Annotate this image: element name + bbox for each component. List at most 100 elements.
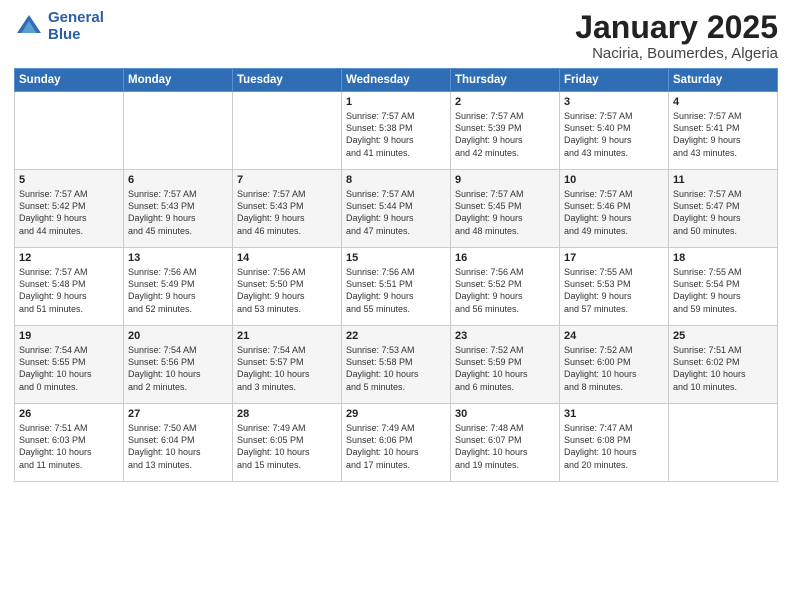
day-number: 19 bbox=[19, 330, 119, 342]
day-number: 8 bbox=[346, 174, 446, 186]
cell-sun-info: Sunrise: 7:57 AM Sunset: 5:42 PM Dayligh… bbox=[19, 188, 119, 237]
calendar-week-1: 1Sunrise: 7:57 AM Sunset: 5:38 PM Daylig… bbox=[15, 92, 778, 170]
calendar-cell: 27Sunrise: 7:50 AM Sunset: 6:04 PM Dayli… bbox=[124, 404, 233, 482]
day-number: 22 bbox=[346, 330, 446, 342]
cell-sun-info: Sunrise: 7:49 AM Sunset: 6:05 PM Dayligh… bbox=[237, 422, 337, 471]
page-container: General Blue January 2025 Naciria, Boume… bbox=[0, 0, 792, 490]
day-number: 18 bbox=[673, 252, 773, 264]
cell-sun-info: Sunrise: 7:57 AM Sunset: 5:41 PM Dayligh… bbox=[673, 110, 773, 159]
cell-sun-info: Sunrise: 7:57 AM Sunset: 5:44 PM Dayligh… bbox=[346, 188, 446, 237]
day-number: 21 bbox=[237, 330, 337, 342]
cell-sun-info: Sunrise: 7:56 AM Sunset: 5:50 PM Dayligh… bbox=[237, 266, 337, 315]
day-number: 24 bbox=[564, 330, 664, 342]
calendar-cell: 10 Sunrise: 7:57 AM Sunset: 5:46 PM Dayli… bbox=[560, 170, 669, 248]
cell-sun-info: Sunrise: 7:57 AM Sunset: 5:46 PM Dayligh… bbox=[564, 188, 664, 237]
day-number: 25 bbox=[673, 330, 773, 342]
day-number: 20 bbox=[128, 330, 228, 342]
weekday-header-row: Sunday Monday Tuesday Wednesday Thursday… bbox=[15, 69, 778, 92]
calendar-cell: 2 Sunrise: 7:57 AM Sunset: 5:39 PM Daylig… bbox=[451, 92, 560, 170]
calendar-cell: 20 Sunrise: 7:54 AM Sunset: 5:56 PM Dayli… bbox=[124, 326, 233, 404]
calendar-cell: 28 Sunrise: 7:49 AM Sunset: 6:05 PM Dayli… bbox=[233, 404, 342, 482]
day-number: 28 bbox=[237, 408, 337, 420]
cell-sun-info: Sunrise: 7:53 AM Sunset: 5:58 PM Dayligh… bbox=[346, 344, 446, 393]
calendar-cell: 13Sunrise: 7:56 AM Sunset: 5:49 PM Dayli… bbox=[124, 248, 233, 326]
logo: General Blue bbox=[14, 10, 104, 43]
cell-sun-info: Sunrise: 7:57 AM Sunset: 5:43 PM Dayligh… bbox=[128, 188, 228, 237]
cell-sun-info: Sunrise: 7:54 AM Sunset: 5:55 PM Dayligh… bbox=[19, 344, 119, 393]
day-number: 7 bbox=[237, 174, 337, 186]
day-number: 10 bbox=[564, 174, 664, 186]
cell-sun-info: Sunrise: 7:57 AM Sunset: 5:47 PM Dayligh… bbox=[673, 188, 773, 237]
calendar-cell: 1Sunrise: 7:57 AM Sunset: 5:38 PM Daylig… bbox=[342, 92, 451, 170]
month-title: January 2025 bbox=[575, 10, 778, 45]
calendar-cell: 24 Sunrise: 7:52 AM Sunset: 6:00 PM Dayli… bbox=[560, 326, 669, 404]
cell-sun-info: Sunrise: 7:49 AM Sunset: 6:06 PM Dayligh… bbox=[346, 422, 446, 471]
cell-sun-info: Sunrise: 7:48 AM Sunset: 6:07 PM Dayligh… bbox=[455, 422, 555, 471]
header-saturday: Saturday bbox=[669, 69, 778, 92]
cell-sun-info: Sunrise: 7:57 AM Sunset: 5:40 PM Dayligh… bbox=[564, 110, 664, 159]
calendar-cell: 26 Sunrise: 7:51 AM Sunset: 6:03 PM Dayli… bbox=[15, 404, 124, 482]
day-number: 11 bbox=[673, 174, 773, 186]
day-number: 6 bbox=[128, 174, 228, 186]
day-number: 17 bbox=[564, 252, 664, 264]
calendar-cell: 12Sunrise: 7:57 AM Sunset: 5:48 PM Dayli… bbox=[15, 248, 124, 326]
calendar-cell: 11 Sunrise: 7:57 AM Sunset: 5:47 PM Dayli… bbox=[669, 170, 778, 248]
calendar-cell: 7 Sunrise: 7:57 AM Sunset: 5:43 PM Daylig… bbox=[233, 170, 342, 248]
day-number: 3 bbox=[564, 96, 664, 108]
cell-sun-info: Sunrise: 7:50 AM Sunset: 6:04 PM Dayligh… bbox=[128, 422, 228, 471]
calendar-week-3: 12Sunrise: 7:57 AM Sunset: 5:48 PM Dayli… bbox=[15, 248, 778, 326]
calendar-cell: 29Sunrise: 7:49 AM Sunset: 6:06 PM Dayli… bbox=[342, 404, 451, 482]
calendar-cell: 3 Sunrise: 7:57 AM Sunset: 5:40 PM Daylig… bbox=[560, 92, 669, 170]
cell-sun-info: Sunrise: 7:56 AM Sunset: 5:49 PM Dayligh… bbox=[128, 266, 228, 315]
calendar-cell bbox=[124, 92, 233, 170]
calendar-cell: 23Sunrise: 7:52 AM Sunset: 5:59 PM Dayli… bbox=[451, 326, 560, 404]
cell-sun-info: Sunrise: 7:51 AM Sunset: 6:02 PM Dayligh… bbox=[673, 344, 773, 393]
calendar-cell bbox=[233, 92, 342, 170]
calendar-cell: 25 Sunrise: 7:51 AM Sunset: 6:02 PM Dayli… bbox=[669, 326, 778, 404]
day-number: 16 bbox=[455, 252, 555, 264]
day-number: 2 bbox=[455, 96, 555, 108]
day-number: 9 bbox=[455, 174, 555, 186]
logo-text: General Blue bbox=[48, 10, 104, 43]
calendar-week-5: 26 Sunrise: 7:51 AM Sunset: 6:03 PM Dayli… bbox=[15, 404, 778, 482]
cell-sun-info: Sunrise: 7:57 AM Sunset: 5:43 PM Dayligh… bbox=[237, 188, 337, 237]
calendar-cell: 19 Sunrise: 7:54 AM Sunset: 5:55 PM Dayli… bbox=[15, 326, 124, 404]
calendar-cell: 4 Sunrise: 7:57 AM Sunset: 5:41 PM Daylig… bbox=[669, 92, 778, 170]
cell-sun-info: Sunrise: 7:54 AM Sunset: 5:56 PM Dayligh… bbox=[128, 344, 228, 393]
cell-sun-info: Sunrise: 7:56 AM Sunset: 5:51 PM Dayligh… bbox=[346, 266, 446, 315]
day-number: 30 bbox=[455, 408, 555, 420]
day-number: 12 bbox=[19, 252, 119, 264]
day-number: 31 bbox=[564, 408, 664, 420]
calendar-cell: 30 Sunrise: 7:48 AM Sunset: 6:07 PM Dayli… bbox=[451, 404, 560, 482]
cell-sun-info: Sunrise: 7:57 AM Sunset: 5:39 PM Dayligh… bbox=[455, 110, 555, 159]
cell-sun-info: Sunrise: 7:52 AM Sunset: 5:59 PM Dayligh… bbox=[455, 344, 555, 393]
calendar-cell: 31 Sunrise: 7:47 AM Sunset: 6:08 PM Dayli… bbox=[560, 404, 669, 482]
calendar-cell: 8 Sunrise: 7:57 AM Sunset: 5:44 PM Daylig… bbox=[342, 170, 451, 248]
cell-sun-info: Sunrise: 7:55 AM Sunset: 5:54 PM Dayligh… bbox=[673, 266, 773, 315]
calendar-cell: 5 Sunrise: 7:57 AM Sunset: 5:42 PM Daylig… bbox=[15, 170, 124, 248]
cell-sun-info: Sunrise: 7:56 AM Sunset: 5:52 PM Dayligh… bbox=[455, 266, 555, 315]
logo-icon bbox=[14, 12, 44, 42]
calendar-cell: 14 Sunrise: 7:56 AM Sunset: 5:50 PM Dayli… bbox=[233, 248, 342, 326]
day-number: 26 bbox=[19, 408, 119, 420]
calendar-cell: 21Sunrise: 7:54 AM Sunset: 5:57 PM Dayli… bbox=[233, 326, 342, 404]
calendar-week-2: 5 Sunrise: 7:57 AM Sunset: 5:42 PM Daylig… bbox=[15, 170, 778, 248]
header-sunday: Sunday bbox=[15, 69, 124, 92]
calendar-cell bbox=[669, 404, 778, 482]
header-monday: Monday bbox=[124, 69, 233, 92]
day-number: 5 bbox=[19, 174, 119, 186]
cell-sun-info: Sunrise: 7:57 AM Sunset: 5:38 PM Dayligh… bbox=[346, 110, 446, 159]
cell-sun-info: Sunrise: 7:47 AM Sunset: 6:08 PM Dayligh… bbox=[564, 422, 664, 471]
calendar-cell: 18 Sunrise: 7:55 AM Sunset: 5:54 PM Dayli… bbox=[669, 248, 778, 326]
cell-sun-info: Sunrise: 7:51 AM Sunset: 6:03 PM Dayligh… bbox=[19, 422, 119, 471]
day-number: 14 bbox=[237, 252, 337, 264]
calendar-cell: 6 Sunrise: 7:57 AM Sunset: 5:43 PM Daylig… bbox=[124, 170, 233, 248]
calendar-cell bbox=[15, 92, 124, 170]
calendar-cell: 17Sunrise: 7:55 AM Sunset: 5:53 PM Dayli… bbox=[560, 248, 669, 326]
header-thursday: Thursday bbox=[451, 69, 560, 92]
calendar-week-4: 19 Sunrise: 7:54 AM Sunset: 5:55 PM Dayli… bbox=[15, 326, 778, 404]
header-wednesday: Wednesday bbox=[342, 69, 451, 92]
day-number: 4 bbox=[673, 96, 773, 108]
cell-sun-info: Sunrise: 7:52 AM Sunset: 6:00 PM Dayligh… bbox=[564, 344, 664, 393]
logo-line1: General bbox=[48, 10, 104, 27]
